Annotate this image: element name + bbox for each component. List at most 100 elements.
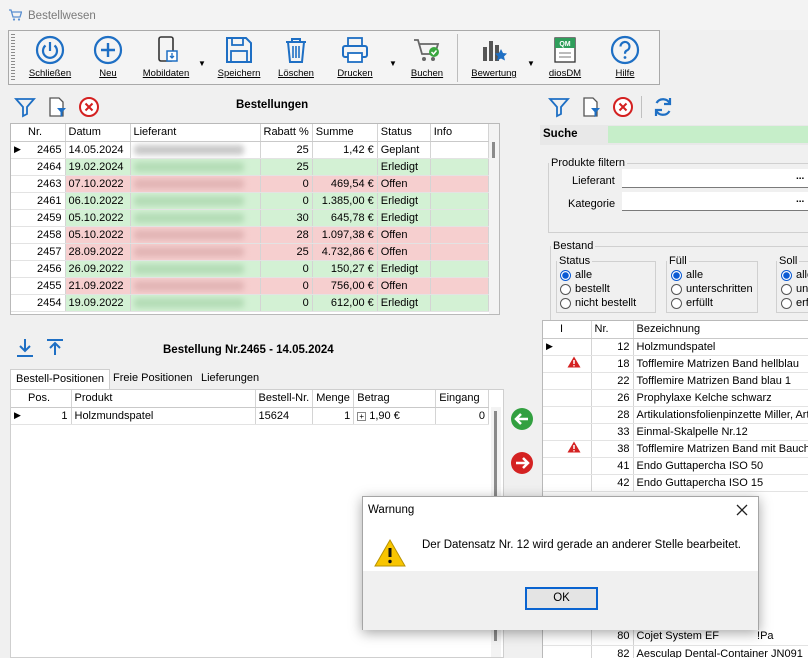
table-row[interactable]: 2463 07.10.2022 0 469,54 € Offen: [11, 175, 490, 193]
table-row[interactable]: 2464 19.02.2024 25 Erledigt: [11, 158, 490, 176]
lieferant-input[interactable]: [622, 169, 808, 188]
cell-info: [430, 209, 490, 227]
lieferant-label: Lieferant: [572, 175, 615, 187]
close-icon[interactable]: [735, 503, 749, 517]
save-button[interactable]: Speichern: [215, 33, 263, 83]
delete-button[interactable]: Löschen: [273, 33, 319, 83]
orders-scrollbar-thumb[interactable]: [492, 142, 495, 158]
col-i[interactable]: I: [557, 321, 592, 339]
cell-rabatt: 0: [260, 192, 313, 210]
col-produkt[interactable]: Produkt: [71, 390, 256, 408]
table-row[interactable]: 42 Endo Guttapercha ISO 15: [543, 474, 808, 492]
table-row[interactable]: 2454 19.09.2022 0 612,00 € Erledigt: [11, 294, 490, 312]
tab-lieferungen[interactable]: Lieferungen: [196, 369, 264, 389]
cell-rabatt: 28: [260, 226, 313, 244]
col-status[interactable]: Status: [377, 124, 431, 142]
table-row[interactable]: 22 Tofflemire Matrizen Band blau 1: [543, 372, 808, 390]
book-button[interactable]: Buchen: [405, 33, 449, 83]
col-menge[interactable]: Menge: [312, 390, 355, 408]
col-bezeichnung[interactable]: Bezeichnung: [633, 321, 808, 339]
kategorie-browse-button[interactable]: ...: [796, 194, 804, 205]
table-row[interactable]: 2455 21.09.2022 0 756,00 € Offen: [11, 277, 490, 295]
diosdm-button[interactable]: QM diosDM: [543, 33, 587, 83]
col-info[interactable]: Info: [430, 124, 490, 142]
toolbar-grip[interactable]: [11, 34, 15, 81]
table-row[interactable]: ▶ 2465 14.05.2024 25 1,42 € Geplant: [11, 141, 490, 159]
table-row[interactable]: ▶ 1 Holzmundspatel 15624 1 +1,90 € 0: [11, 407, 489, 425]
table-row[interactable]: 33 Einmal-Skalpelle Nr.12: [543, 423, 808, 441]
rating-dropdown-arrow[interactable]: ▼: [527, 59, 535, 68]
table-row[interactable]: 2461 06.10.2022 0 1.385,00 € Erledigt: [11, 192, 490, 210]
table-row[interactable]: ▶ 12 Holzmundspatel: [543, 338, 808, 356]
help-button[interactable]: Hilfe: [603, 33, 647, 83]
table-row[interactable]: 2457 28.09.2022 25 4.732,86 € Offen: [11, 243, 490, 261]
soll-alle-radio[interactable]: alle: [781, 268, 808, 282]
move-down-icon[interactable]: [14, 337, 36, 359]
fuell-erfuellt-radio[interactable]: erfüllt: [671, 296, 753, 310]
table-row[interactable]: 82 Aesculap Dental-Container JN091: [543, 645, 808, 658]
mobile-data-dropdown-arrow[interactable]: ▼: [198, 59, 206, 68]
filter-icon[interactable]: [548, 96, 570, 118]
kategorie-input[interactable]: [622, 192, 808, 211]
soll-unterschritten-radio[interactable]: unterschritten: [781, 282, 808, 296]
new-button[interactable]: Neu: [85, 33, 131, 83]
col-lieferant[interactable]: Lieferant: [130, 124, 261, 142]
col-betrag[interactable]: Betrag: [353, 390, 437, 408]
table-row[interactable]: 41 Endo Guttapercha ISO 50: [543, 457, 808, 475]
document-filter-icon[interactable]: [46, 96, 68, 118]
lieferant-browse-button[interactable]: ...: [796, 171, 804, 182]
table-row[interactable]: 28 Artikulationsfolienpinzette Miller, Ar…: [543, 406, 808, 424]
status-alle-radio[interactable]: alle: [560, 268, 636, 282]
product-filter-legend: Produkte filtern: [551, 157, 625, 169]
prod-row-indicator-header: [543, 321, 557, 339]
filter-icon[interactable]: [14, 96, 36, 118]
cell-datum: 21.09.2022: [65, 277, 131, 295]
search-input[interactable]: [608, 126, 808, 143]
soll-erfuellt-radio[interactable]: erfüllt: [781, 296, 808, 310]
redacted-lieferant: [133, 161, 244, 172]
remove-right-arrow-icon[interactable]: [510, 451, 534, 475]
table-row[interactable]: 80 Cojet System EF !Pa: [543, 628, 808, 646]
cell-summe: 1.385,00 €: [312, 192, 378, 210]
table-row[interactable]: 18 Tofflemire Matrizen Band hellblau: [543, 355, 808, 373]
move-up-icon[interactable]: [44, 337, 66, 359]
table-row[interactable]: 26 Prophylaxe Kelche schwarz: [543, 389, 808, 407]
row-indicator: [543, 406, 557, 424]
status-bestellt-radio[interactable]: bestellt: [560, 282, 636, 296]
refresh-icon[interactable]: [652, 96, 674, 118]
print-button[interactable]: Drucken: [331, 33, 379, 83]
tab-freie-positionen[interactable]: Freie Positionen: [108, 369, 198, 389]
print-dropdown-arrow[interactable]: ▼: [389, 59, 397, 68]
col-datum[interactable]: Datum: [65, 124, 131, 142]
close-button-label: Schließen: [28, 68, 72, 79]
cell-nr: 2459: [25, 209, 66, 227]
toolbar-separator: [457, 34, 458, 82]
status-nicht-bestellt-radio[interactable]: nicht bestellt: [560, 296, 636, 310]
orders-scrollbar[interactable]: [489, 124, 499, 314]
rating-button[interactable]: Bewertung: [465, 33, 523, 83]
close-button[interactable]: Schließen: [23, 33, 77, 83]
clear-filter-icon[interactable]: [78, 96, 100, 118]
col-summe[interactable]: Summe: [312, 124, 378, 142]
kategorie-label: Kategorie: [568, 198, 616, 210]
table-row[interactable]: 2458 05.10.2022 28 1.097,38 € Offen: [11, 226, 490, 244]
document-filter-icon[interactable]: [580, 96, 602, 118]
table-row[interactable]: 2459 05.10.2022 30 645,78 € Erledigt: [11, 209, 490, 227]
col-prod-nr[interactable]: Nr.: [591, 321, 634, 339]
ok-button[interactable]: OK: [525, 587, 598, 610]
add-left-arrow-icon[interactable]: [510, 407, 534, 431]
mobile-data-button[interactable]: Mobildaten: [139, 33, 193, 83]
expand-icon[interactable]: +: [357, 411, 367, 421]
table-row[interactable]: 2456 26.09.2022 0 150,27 € Erledigt: [11, 260, 490, 278]
row-indicator: [11, 209, 25, 227]
col-rabatt[interactable]: Rabatt %: [260, 124, 313, 142]
col-eingang[interactable]: Eingang: [435, 390, 489, 408]
clear-filter-icon[interactable]: [612, 96, 634, 118]
col-nr[interactable]: Nr.: [25, 124, 66, 142]
col-bestell-nr[interactable]: Bestell-Nr.: [255, 390, 314, 408]
fuell-alle-radio[interactable]: alle: [671, 268, 753, 282]
tab-bestell-positionen[interactable]: Bestell-Positionen: [10, 369, 111, 389]
table-row[interactable]: 38 Tofflemire Matrizen Band mit Bauch: [543, 440, 808, 458]
fuell-unterschritten-radio[interactable]: unterschritten: [671, 282, 753, 296]
col-pos[interactable]: Pos.: [25, 390, 72, 408]
